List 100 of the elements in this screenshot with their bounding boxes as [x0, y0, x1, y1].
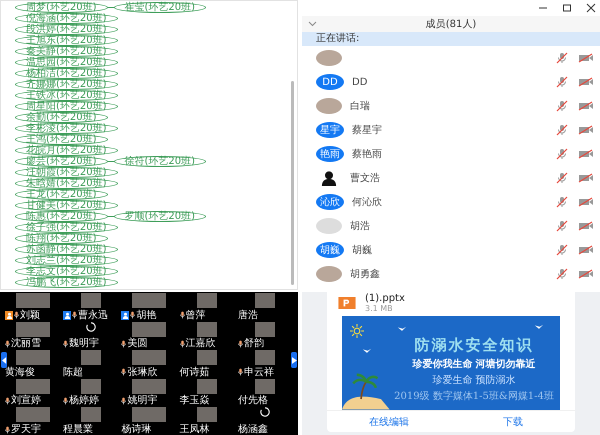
- video-placeholder: [132, 407, 166, 422]
- microphone-muted-icon[interactable]: [554, 76, 570, 88]
- presentation-file-icon: [337, 297, 357, 309]
- participant-name: 陈超: [63, 366, 84, 378]
- microphone-muted-icon[interactable]: [554, 268, 570, 280]
- video-placeholder: [197, 350, 218, 366]
- slide-subtitle: 珍爱你我生命 河塘切勿靠近: [412, 357, 536, 371]
- avatar: 胡巍: [316, 242, 344, 258]
- video-placeholder: [197, 407, 218, 422]
- microphone-muted-icon[interactable]: [554, 100, 570, 112]
- video-placeholder: [16, 322, 50, 337]
- file-size: 3.1 MB: [365, 304, 394, 313]
- participant-name: 申云祥: [244, 366, 274, 378]
- participant-name: 杨诗琳: [121, 424, 152, 435]
- member-name: DD: [352, 76, 368, 88]
- close-icon[interactable]: [586, 3, 596, 13]
- camera-off-icon[interactable]: [578, 52, 594, 64]
- video-placeholder: [80, 378, 101, 394]
- video-placeholder: [16, 407, 50, 422]
- member-name: 蔡星宇: [352, 124, 382, 137]
- camera-off-icon[interactable]: [578, 148, 594, 160]
- video-placeholder: [132, 293, 166, 308]
- video-placeholder: [16, 293, 50, 308]
- avatar: 星宇: [316, 122, 344, 138]
- video-placeholder: [197, 378, 218, 394]
- video-placeholder: [255, 378, 276, 394]
- microphone-muted-icon[interactable]: [554, 124, 570, 136]
- connector-line: [108, 161, 114, 162]
- participant-name: 黄海俊: [5, 366, 35, 378]
- speaking-banner: 正在讲话:: [302, 32, 600, 46]
- participant-name: 张琳欣: [127, 366, 158, 378]
- file-action-link[interactable]: 下载: [451, 411, 575, 432]
- participant-name: 曹永迅: [78, 310, 108, 321]
- video-placeholder: [80, 407, 101, 422]
- file-action-link[interactable]: 在线编辑: [327, 411, 451, 432]
- microphone-muted-icon[interactable]: [554, 52, 570, 64]
- chevron-down-icon[interactable]: [308, 21, 317, 27]
- video-placeholder: [80, 293, 101, 308]
- next-page-button[interactable]: [291, 352, 297, 368]
- microphone-muted-icon[interactable]: [554, 196, 570, 208]
- file-name: (1).pptx: [365, 293, 405, 304]
- camera-off-icon[interactable]: [578, 220, 594, 232]
- connector-line: [108, 216, 114, 217]
- microphone-muted-icon[interactable]: [554, 244, 570, 256]
- camera-off-icon[interactable]: [578, 196, 594, 208]
- video-placeholder: [132, 350, 166, 366]
- video-placeholder: [80, 350, 101, 366]
- participant-name: 刘宣婷: [11, 395, 41, 406]
- avatar: [316, 50, 342, 66]
- participant-name: 杨涵鑫: [238, 424, 268, 435]
- avatar: [316, 218, 342, 234]
- camera-off-icon[interactable]: [578, 172, 594, 184]
- participant-name: 付先格: [238, 395, 268, 406]
- microphone-muted-icon[interactable]: [554, 172, 570, 184]
- participant-name: 罗天宇: [11, 424, 41, 435]
- member-name: 蔡艳雨: [352, 148, 382, 161]
- member-name: 何沁欣: [352, 196, 382, 209]
- member-name: 白瑞: [350, 100, 370, 113]
- microphone-muted-icon[interactable]: [554, 220, 570, 232]
- participant-name: 程晨業: [63, 424, 94, 435]
- loading-spinner-icon: [260, 407, 270, 418]
- member-name: 胡巍: [352, 244, 372, 257]
- camera-off-icon[interactable]: [578, 100, 594, 112]
- camera-off-icon[interactable]: [578, 124, 594, 136]
- previous-page-button[interactable]: [1, 352, 7, 368]
- participant-name: 江嘉欣: [186, 338, 216, 350]
- video-placeholder: [16, 378, 50, 394]
- seagull-icon: [534, 324, 544, 331]
- video-placeholder: [132, 322, 166, 337]
- slide-slogan: 珍爱生命 预防溺水: [432, 374, 516, 387]
- maximize-icon[interactable]: [562, 3, 572, 13]
- participant-name: 胡艳: [136, 310, 156, 321]
- video-placeholder: [16, 350, 50, 366]
- video-placeholder: [132, 378, 166, 394]
- participant-name: 美圆: [127, 338, 148, 350]
- slide-classes: 2019级 数字媒体1-5班&网媒1-4班: [394, 390, 554, 403]
- video-placeholder: [255, 350, 276, 366]
- camera-off-icon[interactable]: [578, 76, 594, 88]
- seagull-icon: [397, 326, 407, 333]
- participant-name: 舒韵: [244, 338, 264, 350]
- loading-spinner-icon: [86, 322, 96, 332]
- avatar: 沁欣: [316, 194, 344, 210]
- participant-name: 王凤林: [180, 424, 210, 435]
- member-name: 胡浩: [350, 220, 370, 233]
- member-name: 曹文浩: [350, 172, 380, 185]
- members-title: 成员(81人): [424, 18, 478, 31]
- video-placeholder: [255, 322, 276, 337]
- participant-name: 刘颖: [20, 310, 40, 321]
- participant-name: 姚明宇: [127, 395, 158, 406]
- camera-off-icon[interactable]: [578, 268, 594, 280]
- member-name: 胡勇鑫: [350, 268, 380, 281]
- participant-name: 唐浩: [238, 310, 258, 321]
- sun-icon: [350, 324, 364, 338]
- camera-off-icon[interactable]: [578, 244, 594, 256]
- participant-name: 李玉焱: [180, 395, 210, 406]
- microphone-muted-icon[interactable]: [554, 148, 570, 160]
- video-placeholder: [197, 322, 218, 337]
- scrollbar[interactable]: [291, 81, 294, 285]
- participant-name: 沈丽雪: [11, 338, 41, 350]
- participant-name: 曾萍: [186, 310, 206, 321]
